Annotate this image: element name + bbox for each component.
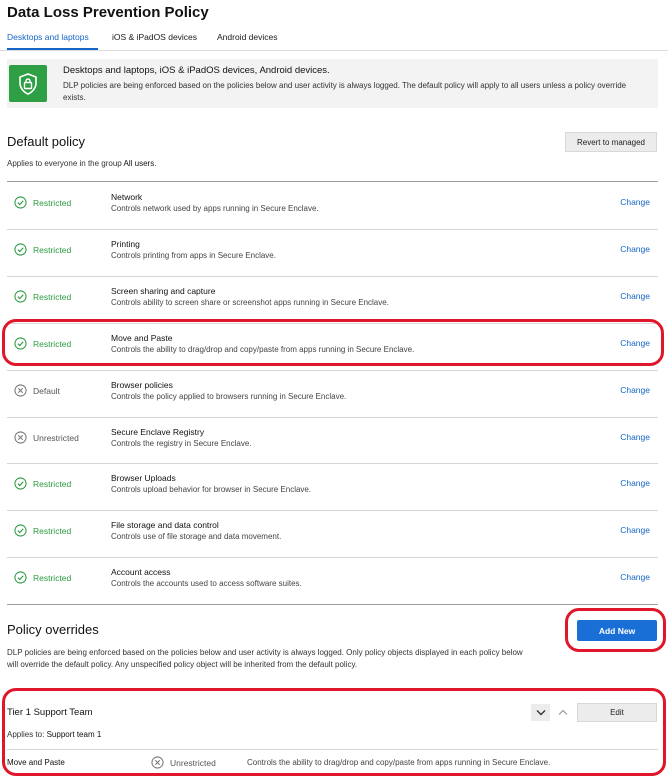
policy-status-label: Default: [33, 385, 60, 396]
policy-status: Restricted: [14, 477, 71, 490]
change-link[interactable]: Change: [620, 197, 650, 207]
info-banner: Desktops and laptops, iOS & iPadOS devic…: [7, 59, 658, 108]
banner-title: Desktops and laptops, iOS & iPadOS devic…: [63, 65, 330, 76]
policy-name: Browser Uploads: [111, 473, 176, 483]
policy-description: Controls the registry in Secure Enclave.: [111, 439, 252, 448]
revert-to-managed-button[interactable]: Revert to managed: [565, 132, 657, 152]
override-row-name: Move and Paste: [7, 758, 65, 767]
check-circle-icon: [14, 196, 27, 209]
policy-row: Restricted File storage and data control C…: [7, 510, 658, 557]
applies-prefix: Applies to everyone in the group: [7, 159, 122, 168]
shield-lock-icon: [9, 65, 47, 102]
change-link[interactable]: Change: [620, 385, 650, 395]
change-link[interactable]: Change: [620, 525, 650, 535]
override-row-status: Unrestricted: [151, 756, 216, 769]
check-circle-icon: [14, 524, 27, 537]
override-row-status-label: Unrestricted: [170, 757, 216, 768]
edit-override-button[interactable]: Edit: [577, 703, 657, 722]
applies-group: All users.: [123, 159, 157, 168]
check-circle-icon: [14, 290, 27, 303]
policy-description: Controls the policy applied to browsers …: [111, 392, 347, 401]
overrides-description: DLP policies are being enforced based on…: [7, 648, 523, 669]
tab-bar: Desktops and laptops iOS & iPadOS device…: [0, 28, 668, 51]
tab-android[interactable]: Android devices: [217, 32, 277, 42]
x-circle-icon: [151, 756, 164, 769]
divider: [7, 604, 658, 605]
policy-name: Browser policies: [111, 380, 173, 390]
chevron-down-icon[interactable]: [531, 704, 550, 721]
x-circle-icon: [14, 384, 27, 397]
policy-status-label: Restricted: [33, 525, 72, 536]
policy-status-label: Restricted: [33, 572, 72, 583]
override-applies-group: Support team 1: [46, 730, 102, 739]
policy-description: Controls ability to screen share or scre…: [111, 298, 389, 307]
change-link[interactable]: Change: [620, 244, 650, 254]
active-tab-indicator: [7, 48, 98, 50]
change-link[interactable]: Change: [620, 572, 650, 582]
policy-name: Screen sharing and capture: [111, 286, 216, 296]
policy-description: Controls network used by apps running in…: [111, 204, 319, 213]
policy-row: Restricted Account access Controls the acc…: [7, 557, 658, 604]
page-title: Data Loss Prevention Policy: [7, 4, 209, 21]
tab-ios-ipados[interactable]: iOS & iPadOS devices: [112, 32, 197, 42]
policy-description: Controls use of file storage and data mo…: [111, 532, 282, 541]
x-circle-icon: [14, 431, 27, 444]
policy-status: Default: [14, 384, 60, 397]
policy-row: Default Browser policies Controls the poli…: [7, 370, 658, 417]
policy-status-label: Restricted: [33, 244, 72, 255]
policy-name: Secure Enclave Registry: [111, 427, 205, 437]
override-row-desc: Controls the ability to drag/drop and co…: [247, 758, 551, 767]
override-title: Tier 1 Support Team: [7, 707, 93, 718]
highlight-add-new: [565, 608, 666, 652]
tab-desktops-laptops[interactable]: Desktops and laptops: [7, 32, 89, 42]
policy-description: Controls upload behavior for browser in …: [111, 485, 312, 494]
policy-row: Restricted Printing Controls printing from…: [7, 229, 658, 276]
policy-status: Restricted: [14, 290, 71, 303]
override-applies: Applies to: Support team 1: [7, 730, 101, 739]
policy-status-label: Restricted: [33, 197, 72, 208]
policy-status-label: Restricted: [33, 291, 72, 302]
divider: [7, 749, 658, 750]
policy-status: Restricted: [14, 524, 71, 537]
policy-status: Restricted: [14, 571, 71, 584]
policy-name: Printing: [111, 239, 140, 249]
change-link[interactable]: Change: [620, 291, 650, 301]
policy-name: Network: [111, 192, 143, 202]
chevron-up-icon[interactable]: [553, 704, 572, 721]
override-applies-prefix: Applies to:: [7, 730, 45, 739]
policy-status: Restricted: [14, 196, 71, 209]
policy-row: Restricted Network Controls network used b…: [7, 182, 658, 229]
check-circle-icon: [14, 243, 27, 256]
policy-name: File storage and data control: [111, 520, 219, 530]
check-circle-icon: [14, 477, 27, 490]
change-link[interactable]: Change: [620, 478, 650, 488]
policy-description: Controls printing from apps in Secure En…: [111, 251, 276, 260]
default-policy-title: Default policy: [7, 134, 86, 149]
policy-status-label: Restricted: [33, 478, 72, 489]
check-circle-icon: [14, 571, 27, 584]
policy-row: Unrestricted Secure Enclave Registry Contr…: [7, 417, 658, 464]
highlight-move-and-paste: [2, 319, 664, 366]
policy-row: Restricted Screen sharing and capture Cont…: [7, 276, 658, 323]
default-policy-applies: Applies to everyone in the group All use…: [7, 159, 156, 168]
policy-description: Controls the accounts used to access sof…: [111, 579, 302, 588]
banner-description: DLP policies are being enforced based on…: [63, 81, 627, 102]
policy-status-label: Unrestricted: [33, 432, 79, 443]
policy-row: Restricted Browser Uploads Controls upload…: [7, 463, 658, 510]
policy-status: Restricted: [14, 243, 71, 256]
policy-overrides-title: Policy overrides: [7, 622, 99, 637]
change-link[interactable]: Change: [620, 432, 650, 442]
policy-status: Unrestricted: [14, 431, 79, 444]
policy-name: Account access: [111, 567, 171, 577]
